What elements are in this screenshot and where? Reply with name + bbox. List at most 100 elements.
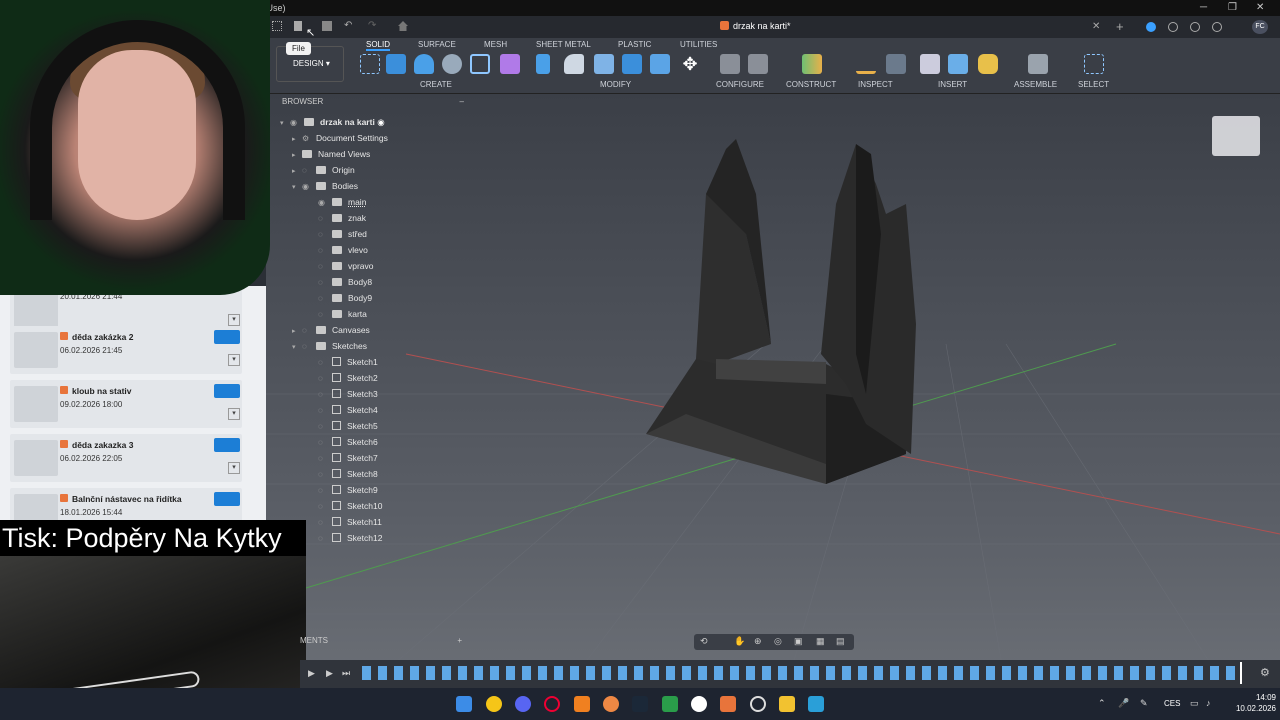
visibility-eye-icon[interactable]: ◌ (318, 483, 328, 499)
visibility-eye-icon[interactable]: ◌ (318, 227, 328, 243)
visibility-eye-icon[interactable]: ◉ (302, 179, 312, 195)
tab-sheet-metal[interactable]: SHEET METAL (536, 40, 591, 49)
app-icon[interactable] (486, 696, 502, 712)
app-icon[interactable] (603, 696, 619, 712)
body-vpravo[interactable]: ◌ vpravo (318, 258, 374, 274)
extrude-icon[interactable] (386, 54, 406, 74)
user-avatar[interactable]: FC (1252, 20, 1268, 34)
move-icon[interactable]: ✥ (680, 54, 700, 74)
visibility-eye-icon[interactable]: ◌ (318, 403, 328, 419)
app-icon[interactable] (808, 696, 824, 712)
create-form-icon[interactable] (500, 54, 520, 74)
tab-solid[interactable]: SOLID (366, 40, 391, 51)
group-modify[interactable]: MODIFY (600, 80, 631, 89)
press-pull-icon[interactable] (536, 54, 550, 74)
body-vlevo[interactable]: ◌ vlevo (318, 242, 368, 258)
tree-item-canvases[interactable]: ▸ ◌ Canvases (292, 322, 370, 338)
file-menu-icon[interactable] (294, 21, 302, 31)
project-card[interactable]: děda zakázka 2 06.02.2026 21:45 ▾ (10, 326, 242, 374)
minimize-icon[interactable]: ─ (1200, 2, 1207, 13)
tree-root[interactable]: ▾ ◉ drzak na karti ◉ (280, 114, 385, 130)
card-dropdown-icon[interactable]: ▾ (228, 314, 240, 326)
opera-icon[interactable] (544, 696, 560, 712)
visibility-eye-icon[interactable]: ◌ (318, 371, 328, 387)
body-stred[interactable]: ◌ střed (318, 226, 367, 242)
tree-item-named-views[interactable]: ▸ Named Views (292, 146, 370, 162)
tab-plastic[interactable]: PLASTIC (618, 40, 651, 49)
visibility-eye-icon[interactable]: ◌ (318, 211, 328, 227)
file-explorer-icon[interactable] (779, 696, 795, 712)
undo-icon[interactable]: ↶ (344, 20, 352, 31)
timeline-features[interactable] (362, 666, 1242, 680)
close-tab-icon[interactable]: ✕ (1092, 21, 1100, 32)
fusion-taskbar-icon[interactable] (720, 696, 736, 712)
sketch-item[interactable]: ◌ Sketch1 (318, 354, 378, 370)
collapse-browser-icon[interactable]: – (460, 97, 464, 106)
notifications-icon[interactable] (1168, 22, 1178, 32)
tab-surface[interactable]: SURFACE (418, 40, 456, 49)
hole-icon[interactable] (442, 54, 462, 74)
grid-icon[interactable]: ▦ (816, 636, 825, 647)
sketch-item[interactable]: ◌ Sketch9 (318, 482, 378, 498)
timeline[interactable]: ▶ ▶ ⏭ ⚙ (300, 660, 1280, 688)
card-dropdown-icon[interactable]: ▾ (228, 354, 240, 366)
network-icon[interactable]: ▭ (1190, 698, 1199, 709)
group-create[interactable]: CREATE (420, 80, 452, 89)
create-sketch-icon[interactable] (360, 54, 380, 74)
add-comment-icon[interactable]: + (457, 636, 462, 645)
fit-icon[interactable]: ◎ (774, 636, 782, 647)
chamfer-icon[interactable] (594, 54, 614, 74)
sketch-item[interactable]: ◌ Sketch4 (318, 402, 378, 418)
display-settings-icon[interactable]: ▣ (794, 636, 803, 647)
orbit-icon[interactable]: ⟲ (700, 636, 708, 647)
visibility-eye-icon[interactable]: ◌ (318, 275, 328, 291)
maximize-icon[interactable]: ❐ (1228, 2, 1237, 13)
save-icon[interactable] (322, 21, 332, 31)
visibility-eye-icon[interactable]: ◌ (302, 163, 312, 179)
navigation-bar[interactable]: ⟲ ✋ ⊕ ◎ ▣ ▦ ▤ (694, 634, 854, 650)
timeline-next-icon[interactable]: ▶ (326, 668, 333, 679)
insert-derive-icon[interactable] (920, 54, 940, 74)
group-insert[interactable]: INSERT (938, 80, 967, 89)
help-icon[interactable] (1212, 22, 1222, 32)
start-icon[interactable] (456, 696, 472, 712)
tree-item-document-settings[interactable]: ▸ ⚙ Document Settings (292, 130, 388, 146)
open-design-button[interactable] (214, 492, 240, 506)
visibility-eye-icon[interactable]: ◌ (318, 419, 328, 435)
steam-icon[interactable] (632, 696, 648, 712)
fillet-icon[interactable] (564, 54, 584, 74)
sketch-item[interactable]: ◌ Sketch2 (318, 370, 378, 386)
configure-table-icon[interactable] (748, 54, 768, 74)
new-component-icon[interactable] (1028, 54, 1048, 74)
card-dropdown-icon[interactable]: ▾ (228, 408, 240, 420)
body-karta[interactable]: ◌ karta (318, 306, 367, 322)
sketch-item[interactable]: ◌ Sketch10 (318, 498, 382, 514)
select-icon[interactable] (1084, 54, 1104, 74)
decal-icon[interactable] (948, 54, 968, 74)
pen-icon[interactable]: ✎ (1140, 698, 1148, 709)
timeline-marker[interactable] (1240, 662, 1242, 684)
body-main[interactable]: ◉ main (318, 194, 366, 210)
pattern-icon[interactable] (470, 54, 490, 74)
activate-icon[interactable]: ◉ (377, 117, 384, 127)
view-cube[interactable] (1212, 116, 1260, 156)
data-panel-icon[interactable] (272, 21, 282, 31)
sketch-item[interactable]: ◌ Sketch5 (318, 418, 378, 434)
visibility-eye-icon[interactable]: ◉ (318, 195, 328, 211)
body-znak[interactable]: ◌ znak (318, 210, 366, 226)
discord-icon[interactable] (515, 696, 531, 712)
new-tab-icon[interactable]: + (1116, 19, 1124, 34)
sketch-item[interactable]: ◌ Sketch8 (318, 466, 378, 482)
card-dropdown-icon[interactable]: ▾ (228, 462, 240, 474)
visibility-eye-icon[interactable]: ◉ (290, 115, 300, 131)
system-clock[interactable]: 14:09 10.02.2026 (1222, 692, 1276, 714)
app-icon[interactable] (691, 696, 707, 712)
visibility-eye-icon[interactable]: ◌ (318, 499, 328, 515)
tab-mesh[interactable]: MESH (484, 40, 507, 49)
body-body8[interactable]: ◌ Body8 (318, 274, 372, 290)
body-body9[interactable]: ◌ Body9 (318, 290, 372, 306)
redo-icon[interactable]: ↷ (368, 20, 376, 31)
visibility-eye-icon[interactable]: ◌ (318, 355, 328, 371)
interference-icon[interactable] (886, 54, 906, 74)
group-configure[interactable]: CONFIGURE (716, 80, 764, 89)
